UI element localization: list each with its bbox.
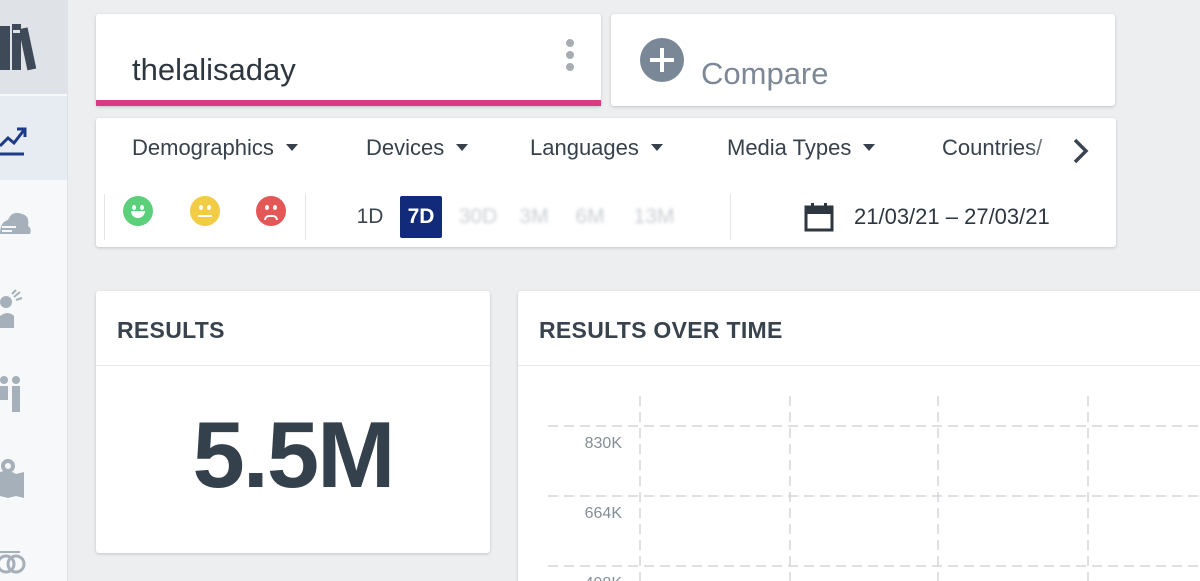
- query-text[interactable]: thelalisaday: [132, 52, 296, 88]
- query-accent-bar: [96, 100, 601, 106]
- range-13m[interactable]: 13M: [626, 196, 682, 238]
- influencer-icon: [0, 289, 23, 328]
- filter-panel: Demographics Devices Languages Media Typ…: [96, 118, 1116, 247]
- divider: [96, 365, 490, 366]
- neutral-face-icon[interactable]: [190, 196, 220, 226]
- sidebar-item-cloud[interactable]: [0, 182, 67, 266]
- results-card: RESULTS 5.5M: [96, 291, 490, 553]
- overflow-fade: [1026, 135, 1076, 165]
- filter-label: Devices: [366, 135, 445, 160]
- caret-down-icon: [863, 144, 876, 151]
- positive-face-icon[interactable]: [123, 196, 153, 226]
- filter-media-types[interactable]: Media Types: [727, 135, 876, 161]
- caret-down-icon: [650, 144, 663, 151]
- results-value: 5.5M: [192, 402, 396, 507]
- query-card[interactable]: thelalisaday: [96, 14, 601, 106]
- cloud-icon: [0, 212, 31, 234]
- y-tick-label: 498K: [585, 575, 623, 581]
- sidebar-item-library[interactable]: [0, 0, 67, 94]
- results-title: RESULTS: [117, 317, 225, 343]
- divider: [305, 194, 306, 240]
- calendar-icon[interactable]: [804, 202, 834, 232]
- sentiment-and-range-row: 1D 7D 30D 3M 6M 13M 21/03/21 – 27/03/21: [96, 184, 1116, 240]
- compare-button[interactable]: Compare: [611, 14, 1115, 106]
- sidebar-item-overlap[interactable]: [0, 518, 67, 581]
- range-1d[interactable]: 1D: [350, 196, 390, 238]
- negative-face-icon[interactable]: [256, 196, 286, 226]
- kebab-menu-icon[interactable]: [565, 39, 575, 75]
- filter-dropdowns: Demographics Devices Languages Media Typ…: [96, 135, 1116, 165]
- caret-down-icon: [285, 144, 298, 151]
- sidebar: [0, 0, 68, 581]
- y-tick-label: 664K: [585, 505, 623, 522]
- range-6m[interactable]: 6M: [570, 196, 610, 238]
- range-7d[interactable]: 7D: [400, 196, 442, 238]
- people-icon: [0, 376, 20, 412]
- compare-label: Compare: [701, 56, 829, 91]
- chevron-right-icon[interactable]: [1071, 137, 1091, 165]
- books-icon: [0, 24, 37, 71]
- caret-down-icon: [456, 144, 469, 151]
- filter-devices[interactable]: Devices: [366, 135, 469, 161]
- y-tick-label: 830K: [585, 435, 623, 452]
- map-icon: [0, 459, 24, 498]
- date-range[interactable]: 21/03/21 – 27/03/21: [854, 204, 1050, 230]
- filter-label: Languages: [530, 135, 639, 160]
- results-over-time-chart: 830K 664K 498K: [548, 396, 1200, 581]
- results-over-time-title: RESULTS OVER TIME: [539, 317, 783, 343]
- divider: [104, 194, 105, 240]
- sidebar-item-map[interactable]: [0, 434, 67, 518]
- filter-label: Media Types: [727, 135, 852, 160]
- results-over-time-card: RESULTS OVER TIME 830K 664K 498K: [518, 291, 1200, 581]
- trend-chart-icon: [0, 127, 27, 156]
- sidebar-item-influencers[interactable]: [0, 266, 67, 350]
- filter-label: Demographics: [132, 135, 274, 160]
- sidebar-item-audience[interactable]: [0, 350, 67, 434]
- filter-demographics[interactable]: Demographics: [132, 135, 298, 161]
- overlap-icon: [0, 551, 26, 574]
- filter-languages[interactable]: Languages: [530, 135, 663, 161]
- range-3m[interactable]: 3M: [514, 196, 554, 238]
- divider: [730, 194, 731, 240]
- range-30d[interactable]: 30D: [452, 196, 504, 238]
- sidebar-item-trends[interactable]: [0, 96, 67, 180]
- plus-circle-icon: [640, 38, 684, 82]
